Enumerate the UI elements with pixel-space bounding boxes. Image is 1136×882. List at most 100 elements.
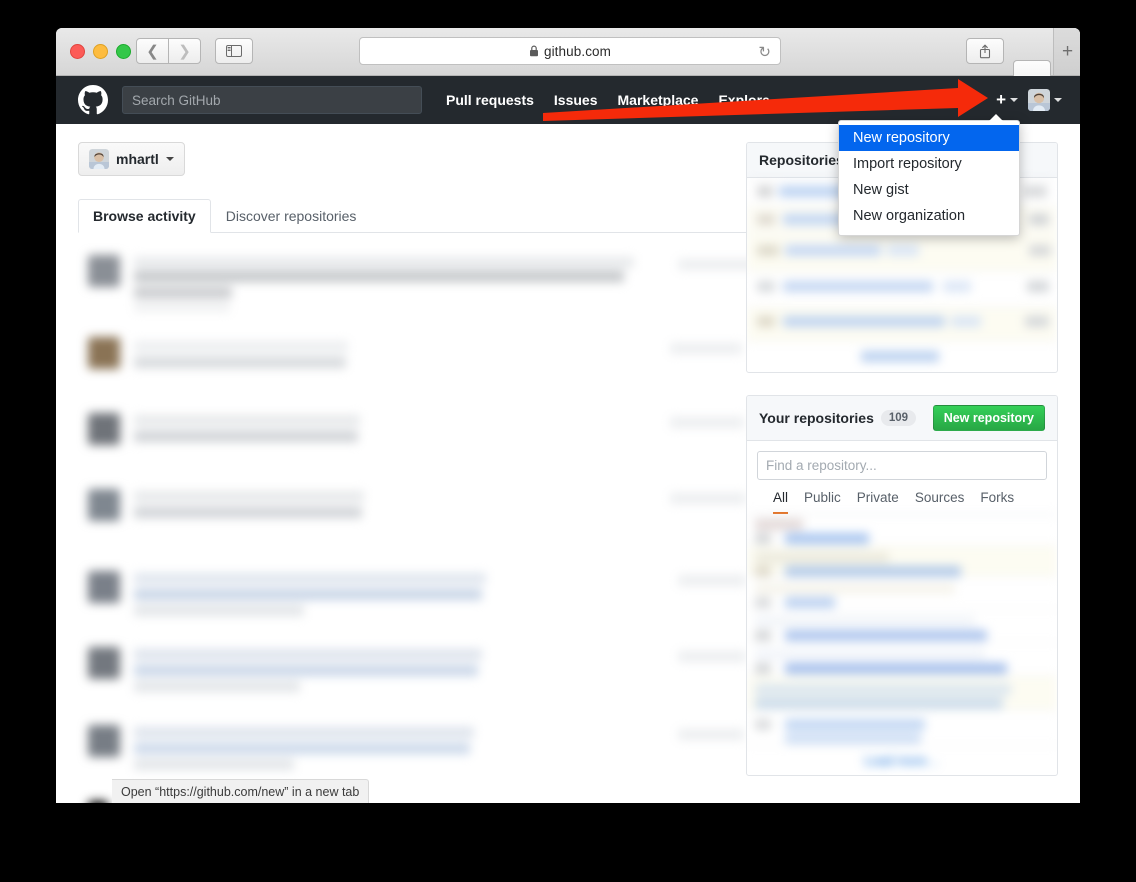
avatar	[88, 489, 120, 521]
feed-item[interactable]	[78, 483, 746, 561]
right-column: Repositories Your repositories 109 New r…	[746, 142, 1058, 776]
repositories-title: Repositories	[759, 152, 844, 168]
menu-item-new-repository[interactable]: New repository	[839, 125, 1019, 151]
list-item[interactable]	[747, 235, 1057, 272]
user-avatar	[89, 149, 109, 169]
avatar	[88, 801, 108, 803]
sidebar-toggle-button[interactable]	[215, 38, 253, 64]
repository-count-badge: 109	[880, 410, 917, 426]
activity-tabs: Browse activity Discover repositories	[78, 198, 746, 233]
feed-item[interactable]	[78, 249, 770, 327]
user-avatar	[1028, 89, 1050, 111]
chevron-right-icon: ❯	[178, 43, 191, 60]
screenshot-root: ❮ ❯ github.com ↻ + Search GitHub Pull re…	[0, 0, 1136, 882]
repository-filters: All Public Private Sources Forks	[747, 490, 1057, 514]
new-tab-button[interactable]: +	[1053, 28, 1080, 75]
find-repository-input[interactable]	[757, 451, 1047, 480]
search-input[interactable]	[122, 86, 422, 114]
nav-marketplace[interactable]: Marketplace	[618, 92, 699, 108]
list-item[interactable]	[747, 307, 1057, 342]
feed-item[interactable]	[78, 327, 746, 405]
list-item[interactable]	[747, 711, 1057, 746]
list-item[interactable]	[747, 515, 1057, 546]
plus-icon: +	[996, 90, 1006, 109]
your-repositories-panel: Your repositories 109 New repository All…	[746, 395, 1058, 776]
avatar	[88, 725, 120, 757]
left-column: mhartl Browse activity Discover reposito…	[78, 142, 770, 803]
forward-button[interactable]: ❯	[168, 38, 201, 64]
feed-item[interactable]	[78, 639, 746, 717]
username-label: mhartl	[116, 151, 159, 167]
share-icon	[979, 43, 991, 58]
list-item[interactable]	[747, 610, 1057, 643]
list-item[interactable]	[747, 272, 1057, 307]
menu-item-label: New organization	[853, 208, 966, 224]
filter-sources[interactable]: Sources	[915, 490, 965, 514]
github-header-right: +	[996, 89, 1066, 111]
load-more-link[interactable]: Load more…	[747, 746, 1057, 775]
activity-feed	[78, 249, 770, 803]
maximize-window-button[interactable]	[116, 44, 131, 59]
github-nav: Pull requests Issues Marketplace Explore	[446, 92, 770, 108]
list-item[interactable]	[747, 342, 1057, 372]
menu-item-new-organization[interactable]: New organization	[839, 203, 1019, 229]
list-item[interactable]	[747, 643, 1057, 676]
user-context-switcher[interactable]: mhartl	[78, 142, 185, 176]
menu-item-new-gist[interactable]: New gist	[839, 177, 1019, 203]
chevron-down-icon	[1010, 98, 1018, 102]
list-item[interactable]	[747, 577, 1057, 610]
list-item[interactable]	[747, 676, 1057, 711]
list-item[interactable]	[747, 546, 1057, 577]
your-repositories-title: Your repositories	[759, 410, 874, 426]
menu-item-label: New gist	[853, 182, 909, 198]
nav-issues[interactable]: Issues	[554, 92, 598, 108]
status-bar-text: Open “https://github.com/new” in a new t…	[121, 785, 360, 799]
back-button[interactable]: ❮	[136, 38, 169, 64]
your-repositories-header: Your repositories 109 New repository	[747, 396, 1057, 441]
filter-public[interactable]: Public	[804, 490, 841, 514]
nav-explore[interactable]: Explore	[718, 92, 769, 108]
status-bar: Open “https://github.com/new” in a new t…	[112, 779, 370, 803]
share-button[interactable]	[966, 38, 1004, 64]
url-host: github.com	[543, 43, 612, 59]
address-bar-text: github.com	[529, 44, 611, 59]
address-bar[interactable]: github.com ↻	[359, 37, 781, 65]
avatar	[88, 255, 120, 287]
filter-all[interactable]: All	[773, 490, 789, 514]
tab-label: Discover repositories	[225, 208, 357, 224]
nav-pull-requests[interactable]: Pull requests	[446, 92, 534, 108]
avatar	[88, 647, 120, 679]
plus-button[interactable]: +	[996, 90, 1018, 110]
tab-discover-repositories[interactable]: Discover repositories	[211, 199, 372, 233]
tab-label: Browse activity	[93, 208, 196, 224]
create-new-dropdown-menu: New repository Import repository New gis…	[838, 114, 1020, 236]
menu-item-label: New repository	[853, 130, 950, 146]
feed-item[interactable]	[78, 405, 746, 483]
profile-menu-button[interactable]	[1028, 89, 1062, 111]
reload-icon[interactable]: ↻	[758, 43, 771, 61]
filter-forks[interactable]: Forks	[980, 490, 1014, 514]
dropdown-caret-icon	[989, 114, 1003, 121]
menu-item-label: Import repository	[853, 156, 962, 172]
chevron-down-icon	[1054, 98, 1062, 102]
avatar	[88, 571, 120, 603]
minimize-window-button[interactable]	[93, 44, 108, 59]
github-header: Pull requests Issues Marketplace Explore…	[56, 76, 1080, 124]
tab-browse-activity[interactable]: Browse activity	[78, 199, 211, 233]
chevron-down-icon	[165, 157, 174, 161]
lock-icon	[529, 45, 539, 60]
window-controls	[70, 44, 131, 59]
new-repository-button[interactable]: New repository	[932, 405, 1045, 431]
close-window-button[interactable]	[70, 44, 85, 59]
feed-item[interactable]	[78, 561, 746, 639]
filter-private[interactable]: Private	[857, 490, 899, 514]
browser-titlebar: ❮ ❯ github.com ↻ +	[56, 28, 1080, 94]
chevron-left-icon: ❮	[146, 43, 159, 60]
avatar	[88, 337, 120, 369]
plus-icon: +	[1061, 40, 1074, 62]
your-repositories-list: Load more…	[747, 514, 1057, 775]
github-logo-icon[interactable]	[78, 85, 108, 115]
sidebar-toggle-icon	[226, 45, 242, 57]
avatar	[88, 413, 120, 445]
menu-item-import-repository[interactable]: Import repository	[839, 151, 1019, 177]
